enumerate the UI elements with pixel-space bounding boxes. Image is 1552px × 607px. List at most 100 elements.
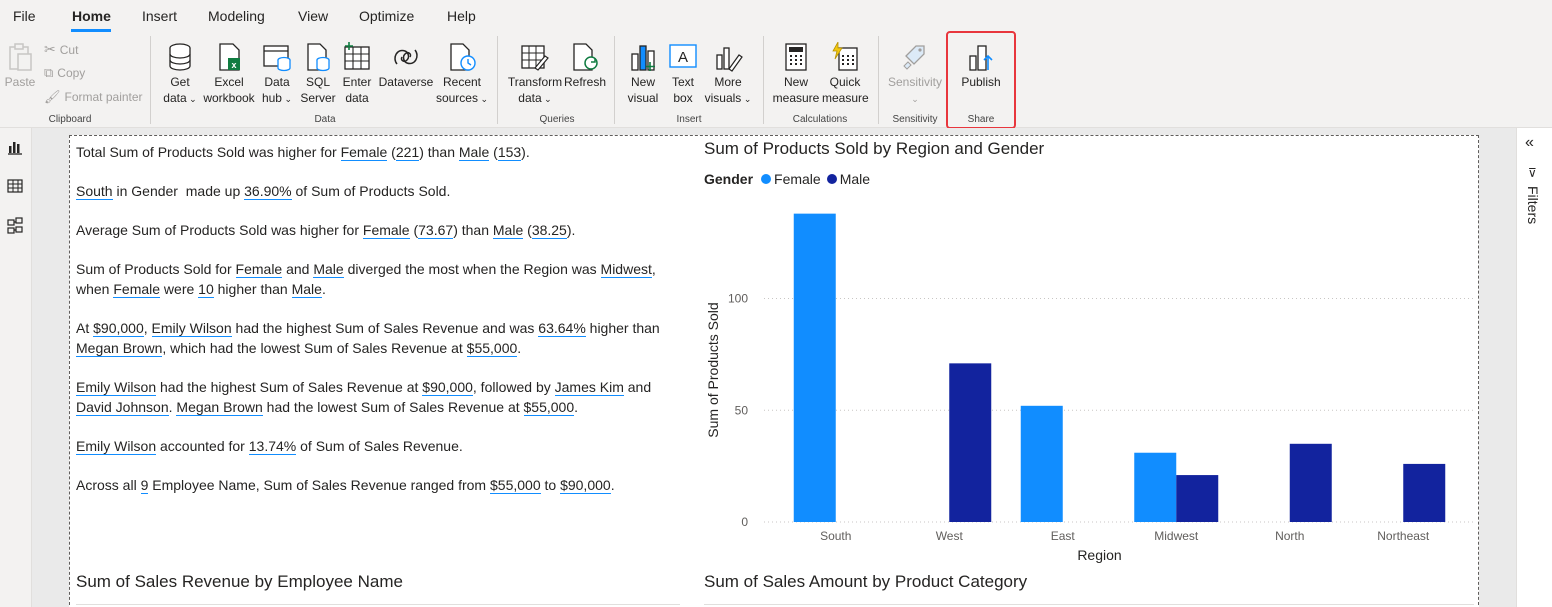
cut-button[interactable]: ✂ Cut [44,41,78,58]
text: . [321,281,326,297]
filter-icon: ⊽ [1528,166,1537,180]
highlight-value: Megan Brown [176,399,263,416]
sensitivity-button[interactable]: Sensitivity ⌄ [886,42,944,107]
text: had the lowest Sum of Sales Revenue at [262,399,524,415]
menu-insert[interactable]: Insert [142,8,177,24]
highlight-value: Female [362,222,410,239]
highlight-value: South [76,183,113,200]
format-painter-button[interactable]: 🖌 Format painter [44,89,143,105]
text: ( [489,144,498,160]
highlight-value: $55,000 [523,399,575,416]
data-hub-icon [263,45,291,72]
text: , [143,320,152,336]
menu-home[interactable]: Home [72,8,111,24]
text-box-button[interactable]: A Text box [666,42,700,106]
get-data-label-2: data [163,91,187,105]
more-visuals-button[interactable]: More visuals ⌄ [703,42,753,107]
menu-help[interactable]: Help [447,8,476,24]
text: higher than [213,281,292,297]
more-visuals-icon [716,47,743,72]
view-switcher-rail [0,128,32,607]
text: . [517,340,522,356]
expand-icon[interactable]: « [1525,134,1534,152]
text: ( [409,222,419,238]
data-hub-label-2: hub [261,91,282,105]
brush-icon: 🖌 [44,89,61,104]
highlight-value: 38.25 [531,222,567,239]
x-tick-label: Northeast [1377,529,1430,543]
transform-data-button[interactable]: Transform data ⌄ [506,42,564,107]
smart-narrative[interactable]: Total Sum of Products Sold was higher fo… [76,142,686,514]
data-hub-button[interactable]: Data hub ⌄ [258,42,296,107]
sales-revenue-visual-title: Sum of Sales Revenue by Employee Name [76,572,403,591]
dataverse-label: Dataverse [378,75,434,89]
recent-sources-button[interactable]: Recent sources ⌄ [434,42,490,107]
highlight-value: Female [113,281,161,298]
format-painter-label: Format painter [64,90,143,104]
new-measure-button[interactable]: New measure [772,42,820,106]
quick-measure-button[interactable]: Quick measure [822,42,869,106]
highlight-value: Emily Wilson [76,379,157,396]
bar-female-south[interactable] [793,213,836,523]
bar-male-north[interactable] [1289,443,1332,522]
gridline [704,604,1474,605]
bar-male-midwest[interactable] [1176,475,1219,522]
bar-female-midwest[interactable] [1134,452,1177,522]
text: diverged the most when the Region was [343,261,601,277]
bar-male-west[interactable] [949,363,992,522]
new-visual-button[interactable]: New visual [624,42,662,106]
highlight-value: $55,000 [490,477,541,494]
refresh-button[interactable]: Refresh [564,42,606,90]
new-visual-label-2: visual [627,91,659,105]
menu-optimize[interactable]: Optimize [359,8,414,24]
queries-group-label: Queries [539,114,575,125]
model-view-icon[interactable] [6,217,24,235]
highlight-value: $90,000 [560,477,611,494]
excel-label-1: Excel [214,75,244,89]
legend-label: Male [839,171,871,187]
menu-file[interactable]: File [13,8,36,24]
transform-label-2: data [518,91,542,105]
sql-server-button[interactable]: SQL Server [298,42,338,106]
menu-bar: File Home Insert Modeling View Optimize … [0,0,1552,32]
copy-button[interactable]: ⧉ Copy [44,65,85,81]
get-data-button[interactable]: Get data ⌄ [159,42,201,107]
products-sold-bar-chart[interactable]: 0 50 100 South West East Midwest North Northeast… [700,190,1490,570]
text: ). [521,144,530,160]
bar-female-east[interactable] [1020,405,1063,522]
text: higher than [585,320,660,336]
legend-item-female[interactable]: Female [761,171,821,187]
filters-label[interactable]: Filters [1525,186,1541,224]
text: At [76,320,94,336]
copy-icon: ⧉ [44,65,54,80]
x-tick-label: Midwest [1154,529,1199,543]
menu-view[interactable]: View [298,8,328,24]
text: of Sum of Products Sold. [291,183,451,199]
highlight-value: 153 [497,144,522,161]
highlight-value: Megan Brown [76,340,163,357]
x-axis-label: Region [1077,547,1121,563]
new-visual-label-1: New [630,75,655,89]
narrative-paragraph-7: Emily Wilson accounted for 13.74% of Sum… [76,436,686,456]
menu-modeling[interactable]: Modeling [208,8,265,24]
gridline [76,604,680,605]
narrative-paragraph-1: Total Sum of Products Sold was higher fo… [76,142,686,162]
paste-button[interactable]: Paste [4,42,36,90]
narrative-paragraph-8: Across all 9 Employee Name, Sum of Sales… [76,475,686,495]
report-view-icon[interactable] [6,138,24,156]
table-view-icon[interactable] [6,177,24,195]
enter-data-button[interactable]: Enter data [340,42,374,106]
text: Across all [76,477,141,493]
excel-workbook-button[interactable]: x Excel workbook [202,42,256,106]
copy-label: Copy [57,66,86,80]
separator [497,36,498,124]
recent-label-1: Recent [442,75,482,89]
text: were [160,281,199,297]
x-tick-label: East [1051,529,1076,543]
bar-male-northeast[interactable] [1403,463,1446,522]
dataverse-button[interactable]: Dataverse [378,42,434,90]
separator [763,36,764,124]
quick-measure-label-2: measure [822,91,869,105]
legend-item-male[interactable]: Male [826,171,871,187]
publish-highlight-box [946,31,1016,129]
